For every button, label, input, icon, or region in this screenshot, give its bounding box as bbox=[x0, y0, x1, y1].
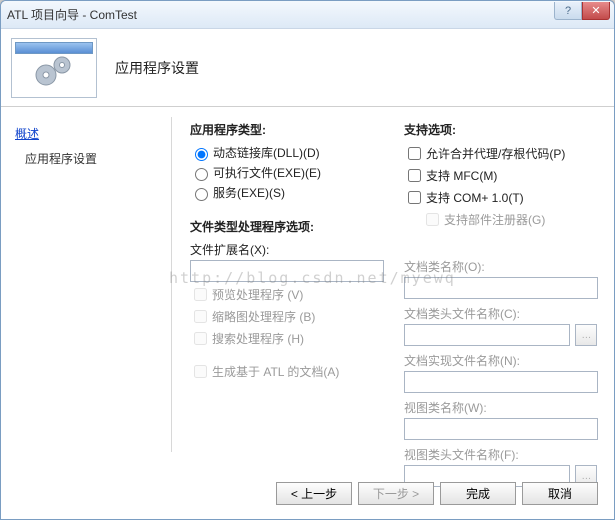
close-button[interactable]: ✕ bbox=[582, 2, 610, 20]
wizard-header: 应用程序设置 bbox=[1, 29, 614, 107]
doc-impl-input bbox=[404, 371, 598, 393]
check-gen-atl-doc-input bbox=[194, 365, 207, 378]
wizard-buttons: < 上一步 下一步 > 完成 取消 bbox=[276, 482, 598, 505]
wizard-page-title: 应用程序设置 bbox=[115, 58, 199, 78]
file-ext-label: 文件扩展名(X): bbox=[190, 241, 384, 258]
doc-header-label: 文档类头文件名称(C): bbox=[404, 305, 598, 322]
radio-exe-input[interactable] bbox=[195, 168, 208, 181]
file-type-title: 文件类型处理程序选项: bbox=[190, 218, 384, 235]
check-search: 搜索处理程序 (H) bbox=[190, 329, 384, 348]
prev-button[interactable]: < 上一步 bbox=[276, 482, 352, 505]
radio-exe[interactable]: 可执行文件(EXE)(E) bbox=[190, 164, 384, 181]
check-merge-proxy-input[interactable] bbox=[408, 147, 421, 160]
check-gen-atl-doc: 生成基于 ATL 的文档(A) bbox=[190, 362, 384, 381]
check-mfc-input[interactable] bbox=[408, 169, 421, 182]
doc-impl-label: 文档实现文件名称(N): bbox=[404, 352, 598, 369]
check-merge-proxy[interactable]: 允许合并代理/存根代码(P) bbox=[404, 144, 598, 163]
radio-dll[interactable]: 动态链接库(DLL)(D) bbox=[190, 144, 384, 161]
radio-service-input[interactable] bbox=[195, 188, 208, 201]
sidebar-item-app-settings[interactable]: 应用程序设置 bbox=[15, 152, 97, 166]
check-component-reg: 支持部件注册器(G) bbox=[404, 210, 598, 229]
cancel-button[interactable]: 取消 bbox=[522, 482, 598, 505]
radio-dll-input[interactable] bbox=[195, 148, 208, 161]
check-complus-input[interactable] bbox=[408, 191, 421, 204]
support-title: 支持选项: bbox=[404, 121, 598, 138]
check-mfc[interactable]: 支持 MFC(M) bbox=[404, 166, 598, 185]
doc-class-input bbox=[404, 277, 598, 299]
wizard-sidebar: 概述 应用程序设置 bbox=[1, 107, 171, 462]
check-thumb: 缩略图处理程序 (B) bbox=[190, 307, 384, 326]
view-class-input bbox=[404, 418, 598, 440]
check-complus[interactable]: 支持 COM+ 1.0(T) bbox=[404, 188, 598, 207]
window-title: ATL 项目向导 - ComTest bbox=[7, 6, 137, 23]
doc-class-label: 文档类名称(O): bbox=[404, 258, 598, 275]
doc-header-input bbox=[404, 324, 570, 346]
wizard-banner-icon bbox=[11, 38, 97, 98]
check-preview-input bbox=[194, 288, 207, 301]
help-button[interactable]: ? bbox=[554, 2, 582, 20]
check-preview: 预览处理程序 (V) bbox=[190, 285, 384, 304]
check-thumb-input bbox=[194, 310, 207, 323]
doc-header-browse: … bbox=[575, 324, 597, 346]
check-component-reg-input bbox=[426, 213, 439, 226]
check-search-input bbox=[194, 332, 207, 345]
view-class-label: 视图类名称(W): bbox=[404, 399, 598, 416]
view-header-label: 视图类头文件名称(F): bbox=[404, 446, 598, 463]
radio-service[interactable]: 服务(EXE)(S) bbox=[190, 184, 384, 201]
next-button: 下一步 > bbox=[358, 482, 434, 505]
file-ext-input[interactable] bbox=[190, 260, 384, 282]
finish-button[interactable]: 完成 bbox=[440, 482, 516, 505]
sidebar-item-overview[interactable]: 概述 bbox=[15, 125, 157, 142]
app-type-title: 应用程序类型: bbox=[190, 121, 384, 138]
title-bar: ATL 项目向导 - ComTest ? ✕ bbox=[1, 1, 614, 29]
